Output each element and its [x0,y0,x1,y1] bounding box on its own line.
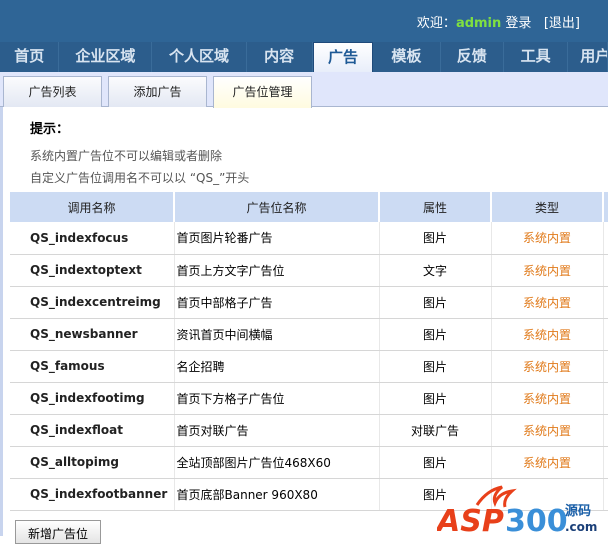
table-row: QS_indexcentreimg 首页中部格子广告 图片 系统内置 [10,286,608,319]
call-name-cell: QS_indextoptext [10,254,175,287]
col-attribute: 属性 [379,192,492,222]
type-cell: 系统内置 [491,446,604,479]
extra-cell [603,382,608,415]
sub-tabs: 广告列表 添加广告 广告位管理 [0,72,608,108]
attribute-cell: 图片 [379,382,492,415]
username: admin [455,16,502,31]
svg-text:300: 300 [505,504,568,535]
attribute-cell: 文字 [379,254,492,287]
col-type: 类型 [491,192,604,222]
table-row: QS_indextoptext 首页上方文字广告位 文字 系统内置 [10,254,608,287]
call-name-cell: QS_alltopimg [10,446,175,479]
tip-line: 自定义广告位调用名不可以以 “QS_”开头 [30,171,250,185]
svg-text:.com: .com [565,520,597,534]
call-name-cell: QS_indexfocus [10,222,175,255]
extra-cell [603,446,608,479]
attribute-cell: 图片 [379,318,492,351]
extra-cell [603,318,608,351]
nav-enterprise[interactable]: 企业区域 [59,42,153,72]
type-cell: 系统内置 [491,414,604,447]
position-name-cell: 首页中部格子广告 [174,286,380,319]
nav-home[interactable]: 首页 [0,42,60,72]
svg-text:ASP: ASP [437,504,504,535]
call-name-cell: QS_famous [10,350,175,383]
call-name-cell: QS_indexfloat [10,414,175,447]
table-row: QS_newsbanner 资讯首页中间横幅 图片 系统内置 [10,318,608,351]
tip-line: 系统内置广告位不可以编辑或者删除 [30,149,223,163]
type-cell: 系统内置 [491,382,604,415]
attribute-cell: 对联广告 [379,414,492,447]
table-row: QS_indexfocus 首页图片轮番广告 图片 系统内置 [10,222,608,255]
tips-title: 提示： [30,122,70,137]
call-name-cell: QS_indexfootimg [10,382,175,415]
position-name-cell: 首页底部Banner 960X80 [174,478,380,511]
extra-cell [603,414,608,447]
type-cell: 系统内置 [491,254,604,287]
svg-text:源码: 源码 [565,503,591,519]
call-name-cell: QS_indexcentreimg [10,286,175,319]
extra-cell [603,222,608,255]
ad-position-table: 调用名称 广告位名称 属性 类型 QS_indexfocus 首页图片轮番广告 图片… [10,192,608,511]
tab-ad-list[interactable]: 广告列表 [3,76,102,107]
asp300-watermark-logo: ASP 300 源码 .com [437,485,597,535]
table-row: QS_alltopimg 全站顶部图片广告位468X60 图片 系统内置 [10,446,608,479]
tab-add-ad[interactable]: 添加广告 [108,76,207,107]
position-name-cell: 名企招聘 [174,350,380,383]
position-name-cell: 资讯首页中间横幅 [174,318,380,351]
type-cell: 系统内置 [491,350,604,383]
position-name-cell: 首页对联广告 [174,414,380,447]
nav-users[interactable]: 用户 [568,42,608,72]
table-row: QS_famous 名企招聘 图片 系统内置 [10,350,608,383]
extra-cell [603,254,608,287]
nav-feedback[interactable]: 反馈 [441,42,504,72]
position-name-cell: 首页下方格子广告位 [174,382,380,415]
col-extra [603,192,608,222]
position-name-cell: 首页图片轮番广告 [174,222,380,255]
table-row: QS_indexfootimg 首页下方格子广告位 图片 系统内置 [10,382,608,415]
attribute-cell: 图片 [379,350,492,383]
nav-content[interactable]: 内容 [247,42,313,72]
extra-cell [603,478,608,511]
logout-link[interactable]: [退出] [544,16,580,31]
add-ad-position-button[interactable]: 新增广告位 [15,520,101,544]
position-name-cell: 全站顶部图片广告位468X60 [174,446,380,479]
type-cell: 系统内置 [491,222,604,255]
call-name-cell: QS_newsbanner [10,318,175,351]
nav-tools[interactable]: 工具 [504,42,569,72]
attribute-cell: 图片 [379,222,492,255]
content-area: 提示： 系统内置广告位不可以编辑或者删除 自定义广告位调用名不可以以 “QS_”… [0,107,608,544]
tab-ad-position-manage[interactable]: 广告位管理 [213,76,312,108]
position-name-cell: 首页上方文字广告位 [174,254,380,287]
welcome-label: 欢迎： [416,16,456,31]
welcome-area: 欢迎：admin 登录 [退出] [417,12,580,31]
extra-cell [603,350,608,383]
nav-ads[interactable]: 广告 [312,42,374,72]
col-call-name: 调用名称 [10,192,175,222]
top-bar: 欢迎：admin 登录 [退出] [0,0,608,42]
main-nav: 首页 企业区域 个人区域 内容 广告 模板 反馈 工具 用户 [0,42,608,72]
call-name-cell: QS_indexfootbanner [10,478,175,511]
login-link[interactable]: 登录 [505,16,531,31]
attribute-cell: 图片 [379,446,492,479]
table-row: QS_indexfloat 首页对联广告 对联广告 系统内置 [10,414,608,447]
nav-templates[interactable]: 模板 [373,42,441,72]
attribute-cell: 图片 [379,286,492,319]
col-position-name: 广告位名称 [174,192,380,222]
type-cell: 系统内置 [491,318,604,351]
type-cell: 系统内置 [491,286,604,319]
nav-personal[interactable]: 个人区域 [152,42,247,72]
extra-cell [603,286,608,319]
